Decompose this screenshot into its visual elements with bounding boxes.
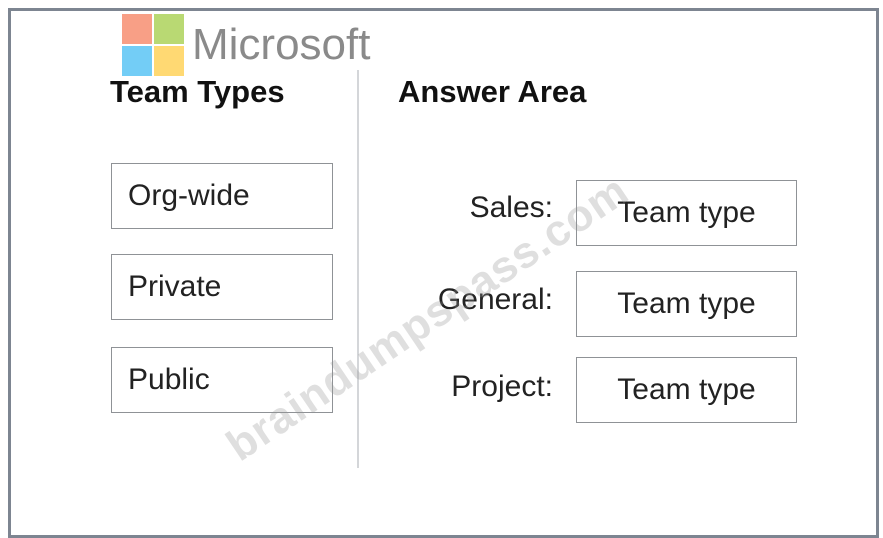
answer-label-general: General:: [437, 283, 553, 316]
team-type-tile-org-wide[interactable]: Org-wide: [111, 163, 333, 229]
answer-slot-project[interactable]: Team type: [576, 357, 797, 423]
team-type-tile-private[interactable]: Private: [111, 254, 333, 320]
logo-square-green: [154, 14, 184, 44]
microsoft-logo: Microsoft: [122, 14, 422, 78]
logo-square-red: [122, 14, 152, 44]
answer-label-sales: Sales:: [469, 191, 553, 224]
column-divider: [357, 70, 359, 468]
answer-slot-general[interactable]: Team type: [576, 271, 797, 337]
team-type-tile-public[interactable]: Public: [111, 347, 333, 413]
logo-wordmark: Microsoft: [192, 20, 371, 69]
answer-label-project: Project:: [451, 370, 553, 403]
answer-slot-sales[interactable]: Team type: [576, 180, 797, 246]
team-types-heading: Team Types: [110, 74, 285, 109]
answer-area-heading: Answer Area: [398, 74, 587, 109]
logo-square-yellow: [154, 46, 184, 76]
logo-square-blue: [122, 46, 152, 76]
